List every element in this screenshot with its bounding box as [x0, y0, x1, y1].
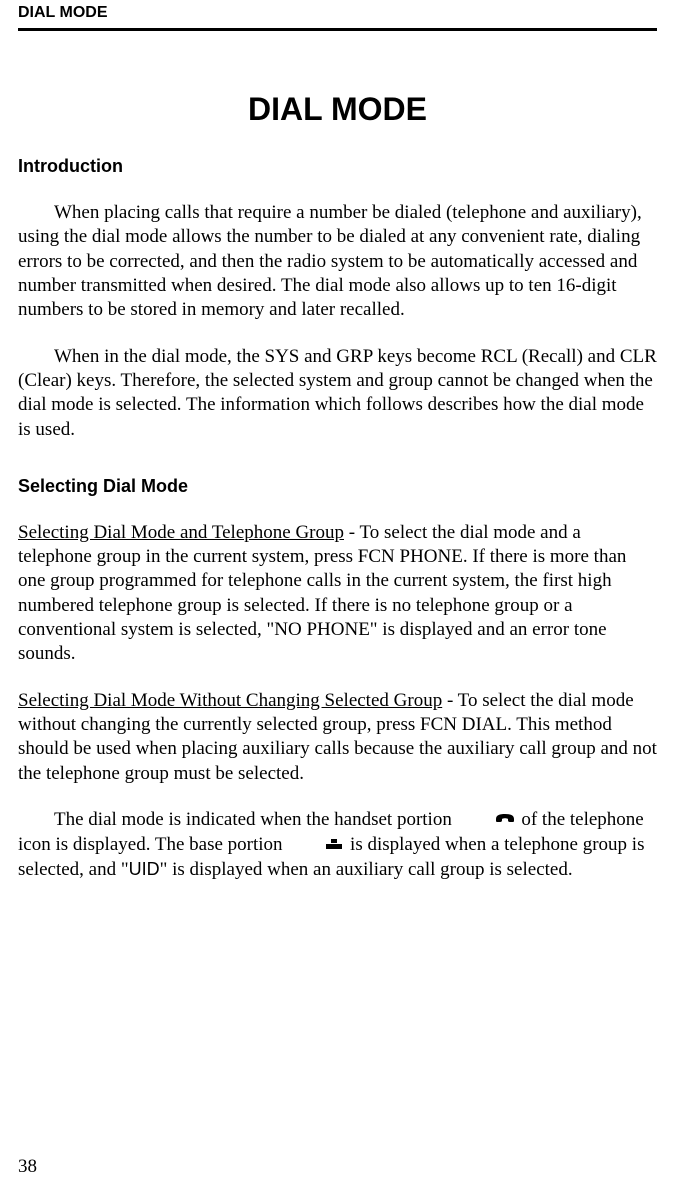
handset-icon: [459, 808, 515, 832]
page-number: 38: [18, 1156, 37, 1178]
intro-paragraph-2: When in the dial mode, the SYS and GRP k…: [18, 345, 657, 442]
phone-base-icon: [289, 833, 343, 857]
text: The dial mode is indicated when the hand…: [54, 809, 457, 830]
selecting-paragraph-1: Selecting Dial Mode and Telephone Group …: [18, 521, 657, 667]
intro-paragraph-1: When placing calls that require a number…: [18, 201, 657, 323]
text: - To select the dial mode and a telephon…: [18, 522, 626, 665]
text: " is displayed when an auxiliary call gr…: [160, 859, 573, 880]
selecting-paragraph-2: Selecting Dial Mode Without Changing Sel…: [18, 689, 657, 786]
subhead-select-without-changing: Selecting Dial Mode Without Changing Sel…: [18, 690, 442, 711]
page-title: DIAL MODE: [18, 91, 657, 128]
running-header: DIAL MODE: [18, 0, 657, 28]
header-rule: [18, 28, 657, 31]
selecting-paragraph-3: The dial mode is indicated when the hand…: [18, 808, 657, 882]
section-heading-introduction: Introduction: [18, 156, 657, 177]
uid-label: UID: [129, 859, 160, 879]
subhead-select-and-telephone: Selecting Dial Mode and Telephone Group: [18, 522, 344, 543]
section-heading-selecting: Selecting Dial Mode: [18, 476, 657, 497]
